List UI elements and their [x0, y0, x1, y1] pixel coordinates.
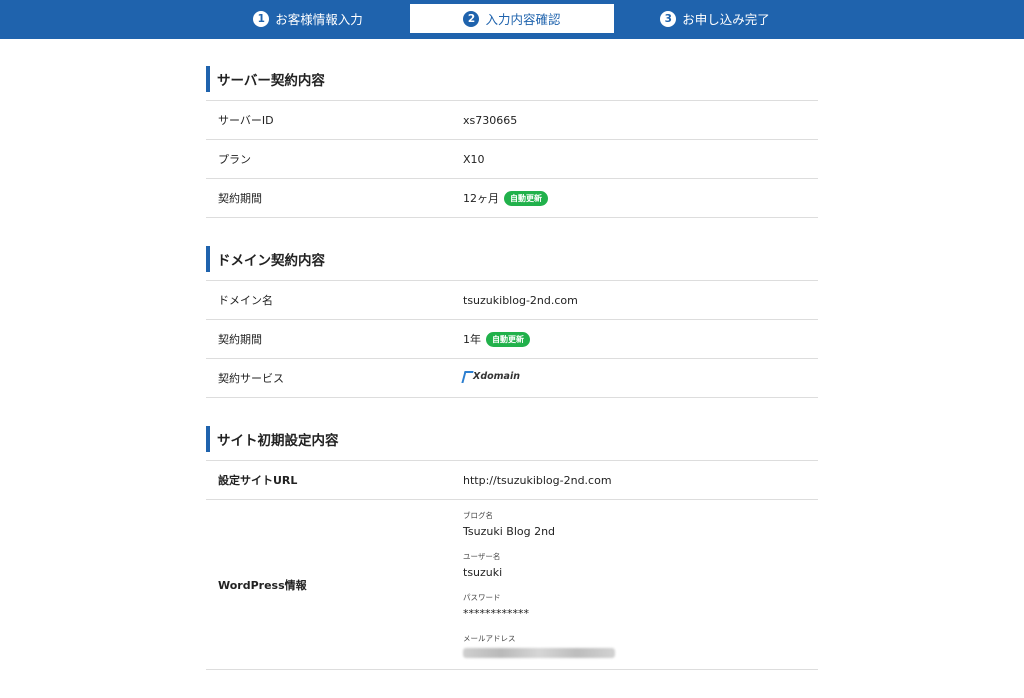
email-label: メールアドレス [463, 634, 516, 643]
table-row: サーバーID xs730665 [206, 100, 818, 140]
domain-info-table: ドメイン名 tsuzukiblog-2nd.com 契約期間 1年 自動更新 契約… [206, 280, 818, 398]
table-row: ドメイン名 tsuzukiblog-2nd.com [206, 280, 818, 320]
step-1-label: お客様情報入力 [275, 12, 363, 27]
step-3-label: お申し込み完了 [682, 12, 770, 27]
password-value: ************ [463, 607, 529, 620]
table-row: WordPress情報 ブログ名 Tsuzuki Blog 2nd ユーザー名 … [206, 499, 818, 670]
step-3-number: 3 [660, 10, 677, 27]
site-section-title: サイト初期設定内容 [206, 426, 818, 452]
server-period-cell: 12ヶ月 自動更新 [463, 179, 818, 218]
plan-label: プラン [218, 153, 251, 166]
table-row: 設定サイトURL http://tsuzukiblog-2nd.com [206, 460, 818, 500]
step-3: 3 お申し込み完了 [615, 4, 815, 33]
step-1: 1 お客様情報入力 [208, 4, 408, 33]
domain-period-label: 契約期間 [218, 333, 262, 346]
email-value-blurred [463, 648, 818, 661]
server-period-value: 12ヶ月 [463, 191, 499, 205]
table-row: 契約サービス Xdomain [206, 358, 818, 398]
domain-period-value: 1年 [463, 332, 481, 346]
xdomain-mark-icon [461, 370, 474, 383]
password-label: パスワード [463, 593, 501, 602]
username-label: ユーザー名 [463, 552, 501, 561]
server-id-value: xs730665 [463, 113, 518, 127]
site-info-table: 設定サイトURL http://tsuzukiblog-2nd.com Word… [206, 460, 818, 670]
step-2: 2 入力内容確認 [410, 4, 614, 33]
blog-name-value: Tsuzuki Blog 2nd [463, 525, 556, 538]
wordpress-info-label: WordPress情報 [218, 578, 307, 592]
step-2-number: 2 [463, 10, 480, 27]
confirmation-content: サーバー契約内容 サーバーID xs730665 プラン X10 契約期間 12… [206, 60, 818, 698]
service-label: 契約サービス [218, 372, 284, 385]
site-url-value: http://tsuzukiblog-2nd.com [463, 473, 612, 487]
table-row: プラン X10 [206, 139, 818, 179]
domain-section-title: ドメイン契約内容 [206, 246, 818, 272]
domain-name-label: ドメイン名 [218, 294, 273, 307]
service-cell: Xdomain [461, 359, 818, 398]
auto-renew-badge: 自動更新 [486, 332, 530, 348]
blog-name-label: ブログ名 [463, 511, 493, 520]
xdomain-logo-text: Xdomain [473, 371, 520, 382]
server-period-label: 契約期間 [218, 192, 262, 205]
server-id-label: サーバーID [218, 114, 274, 127]
step-progress-bar: 1 お客様情報入力 2 入力内容確認 3 お申し込み完了 [0, 0, 1024, 39]
server-info-table: サーバーID xs730665 プラン X10 契約期間 12ヶ月 自動更新 [206, 100, 818, 218]
table-row: 契約期間 12ヶ月 自動更新 [206, 178, 818, 218]
username-value: tsuzuki [463, 566, 503, 579]
auto-renew-badge: 自動更新 [504, 191, 548, 207]
step-1-number: 1 [253, 10, 270, 27]
domain-name-value: tsuzukiblog-2nd.com [463, 293, 578, 307]
xdomain-logo: Xdomain [461, 370, 520, 383]
table-row: 契約期間 1年 自動更新 [206, 319, 818, 359]
plan-value: X10 [463, 152, 485, 166]
step-2-label: 入力内容確認 [485, 12, 561, 27]
site-url-label: 設定サイトURL [218, 474, 298, 487]
server-section-title: サーバー契約内容 [206, 66, 818, 92]
domain-period-cell: 1年 自動更新 [463, 320, 818, 359]
wordpress-info-cell: ブログ名 Tsuzuki Blog 2nd ユーザー名 tsuzuki パスワー… [463, 500, 818, 670]
